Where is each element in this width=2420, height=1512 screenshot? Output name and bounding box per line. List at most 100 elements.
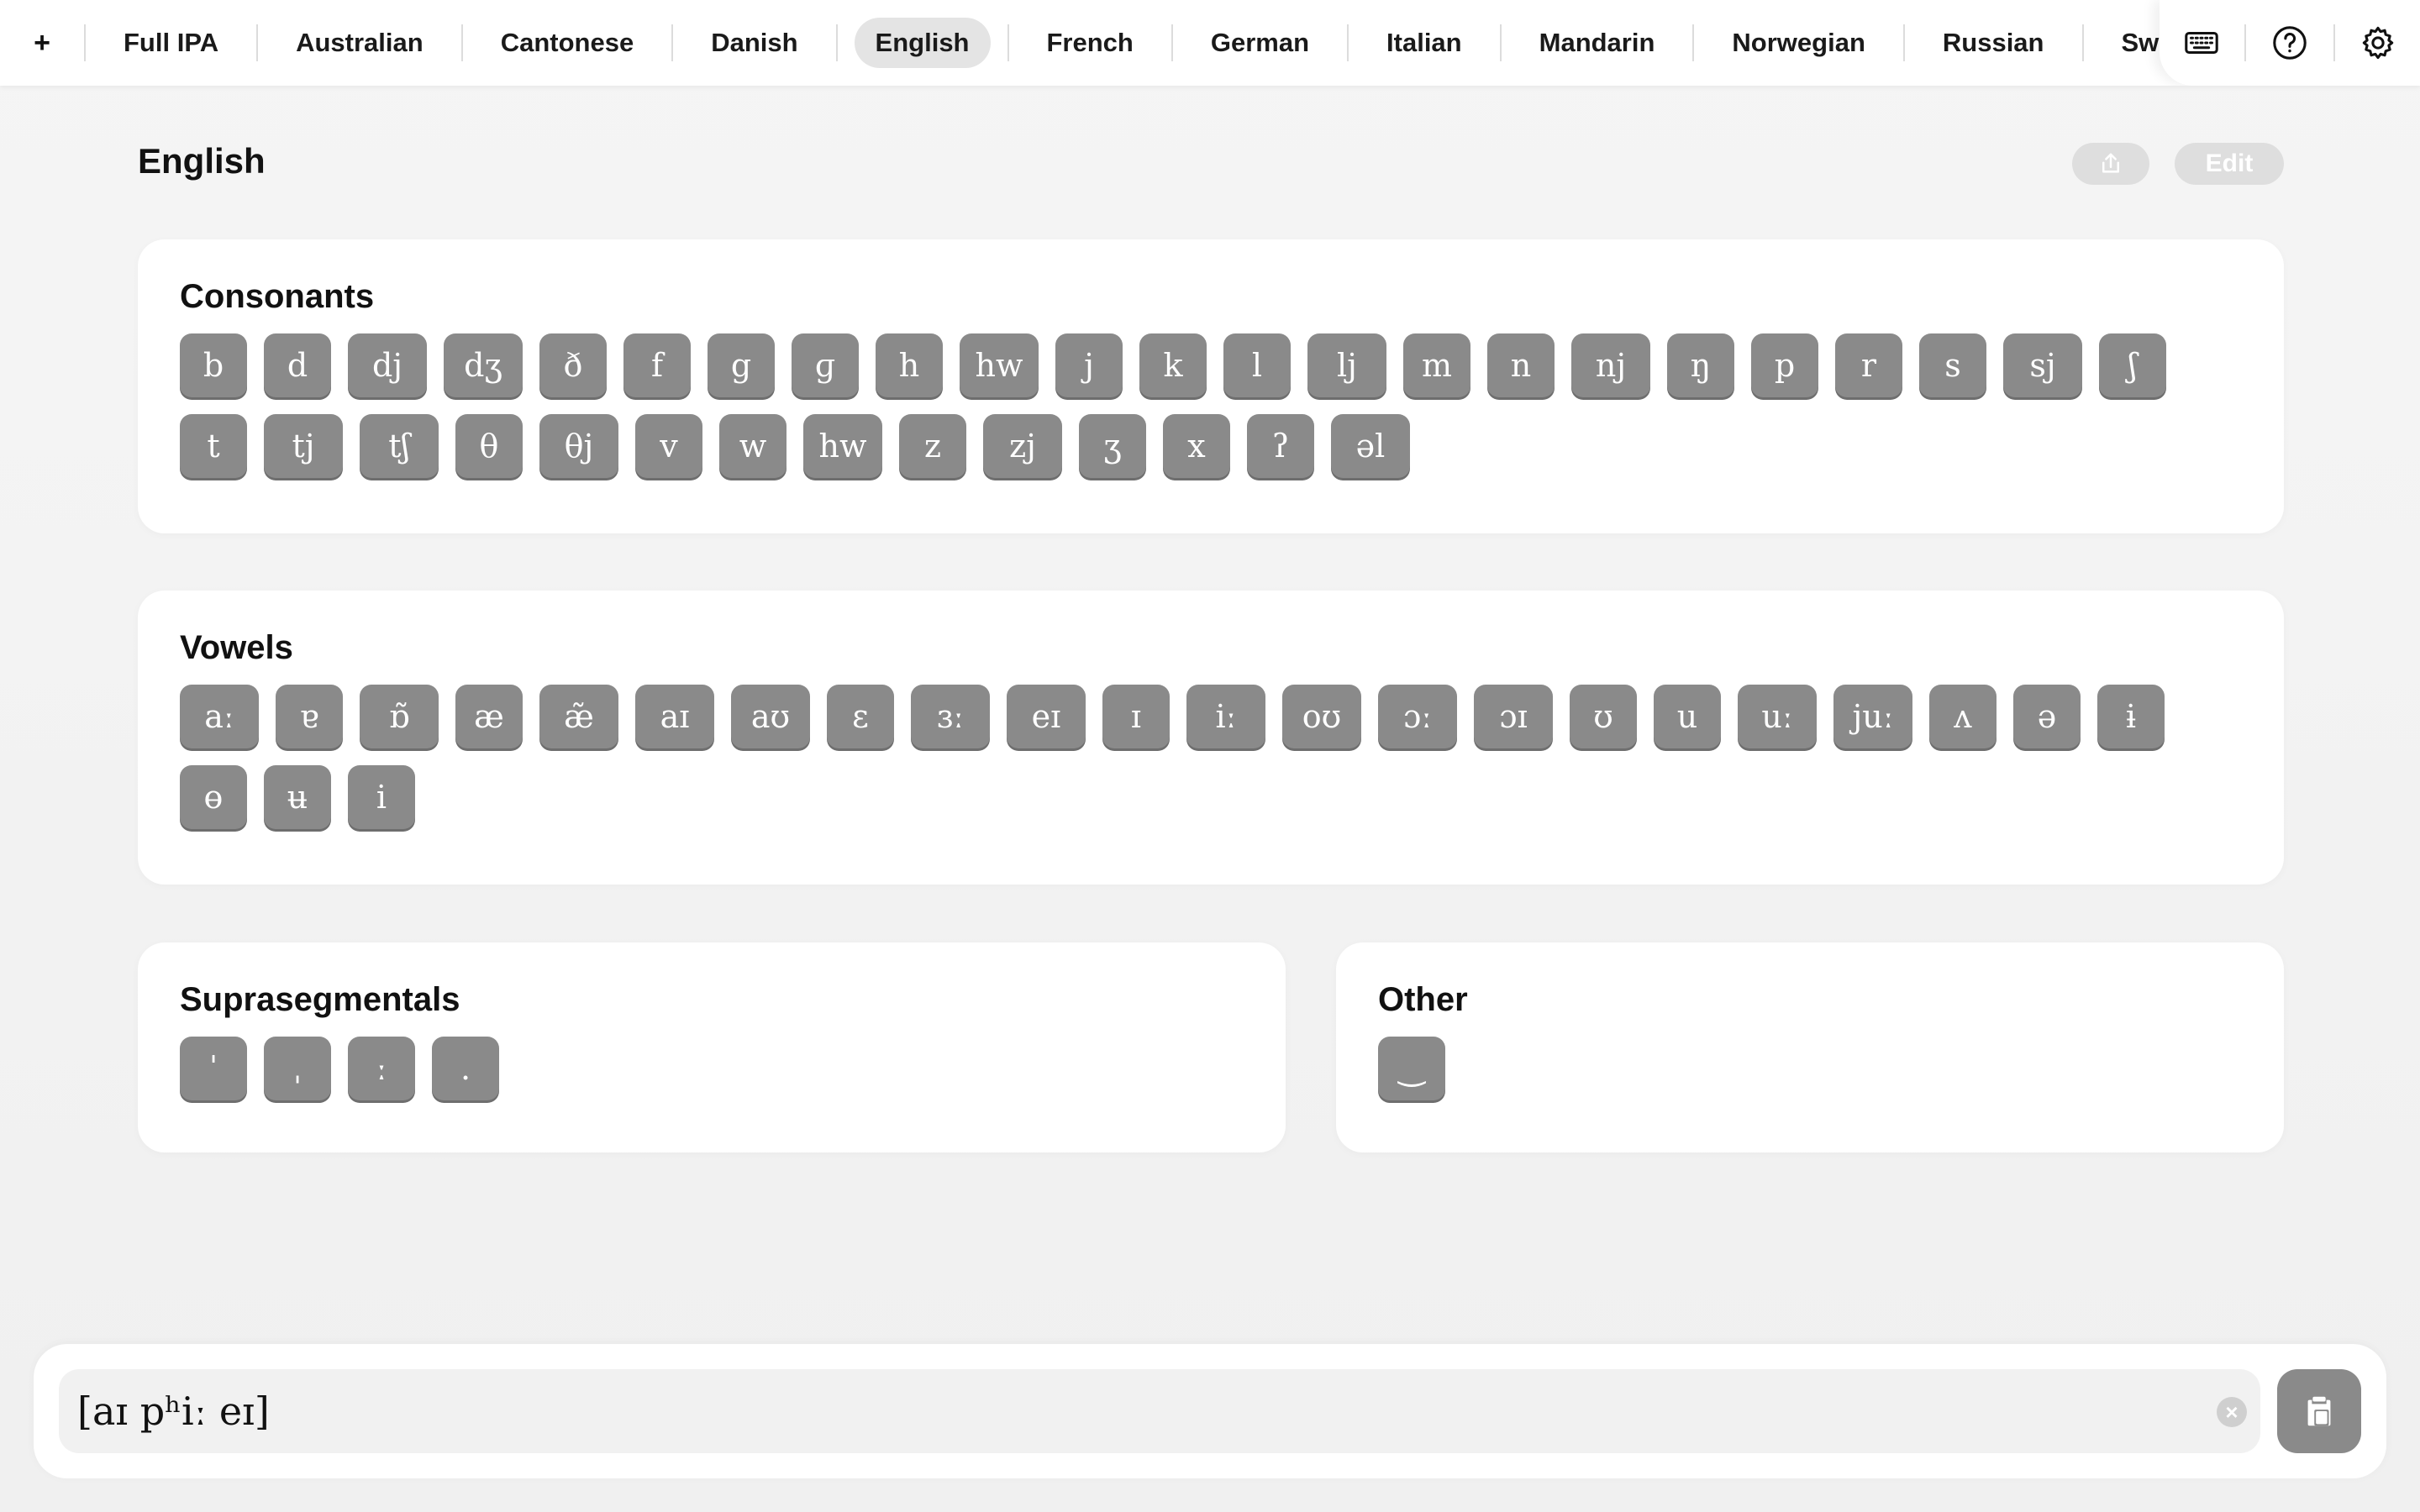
- consonants-key[interactable]: ɡ: [792, 333, 859, 397]
- vowels-key[interactable]: u: [1654, 685, 1721, 748]
- consonants-key[interactable]: əl: [1331, 414, 1410, 478]
- tab-divider: [1499, 24, 1502, 61]
- consonants-key[interactable]: h: [876, 333, 943, 397]
- consonants-key[interactable]: t: [180, 414, 247, 478]
- consonants-key[interactable]: l: [1223, 333, 1291, 397]
- suprasegmentals-card: Suprasegmentals ˈˌː.: [138, 942, 1286, 1152]
- edit-button[interactable]: Edit: [2175, 143, 2284, 185]
- tab-australian[interactable]: Australian: [275, 18, 445, 68]
- consonants-key[interactable]: hw: [803, 414, 882, 478]
- suprasegmentals-key[interactable]: ː: [348, 1037, 415, 1100]
- vowels-key[interactable]: uː: [1738, 685, 1817, 748]
- vowels-key[interactable]: aɪ: [635, 685, 714, 748]
- tab-divider: [1692, 24, 1695, 61]
- vowels-key[interactable]: ʊ: [1570, 685, 1637, 748]
- consonants-key[interactable]: tʃ: [360, 414, 439, 478]
- tab-italian[interactable]: Italian: [1365, 18, 1483, 68]
- tab-cantonese[interactable]: Cantonese: [480, 18, 655, 68]
- consonants-key[interactable]: nj: [1571, 333, 1650, 397]
- suprasegmentals-key[interactable]: ˈ: [180, 1037, 247, 1100]
- vowels-key[interactable]: ɛ: [827, 685, 894, 748]
- vowels-key[interactable]: ɒ̃: [360, 685, 439, 748]
- tab-divider: [671, 24, 674, 61]
- vowels-key[interactable]: eɪ: [1007, 685, 1086, 748]
- vowel-keys: aː ɐ ɒ̃ æ æ̃ aɪ aʊ ɛ ɜː eɪ ɪ iː oʊ ɔː ɔɪ ʊ u uː juː ʌ ə ɨ ɵ ʉ i: [180, 685, 2242, 829]
- tab-russian[interactable]: Russian: [1922, 18, 2065, 68]
- consonants-key[interactable]: b: [180, 333, 247, 397]
- consonants-key[interactable]: ʒ: [1079, 414, 1146, 478]
- consonants-key[interactable]: ʃ: [2099, 333, 2166, 397]
- vowels-key[interactable]: æ: [455, 685, 523, 748]
- vowels-key[interactable]: æ̃: [539, 685, 618, 748]
- vowels-key[interactable]: i: [348, 765, 415, 829]
- consonants-key[interactable]: dʒ: [444, 333, 523, 397]
- settings-icon[interactable]: [2354, 19, 2402, 66]
- vowels-key[interactable]: ʉ: [264, 765, 331, 829]
- vowels-key[interactable]: ɪ: [1102, 685, 1170, 748]
- consonants-key[interactable]: θj: [539, 414, 618, 478]
- consonants-key[interactable]: n: [1487, 333, 1555, 397]
- vowels-key[interactable]: ɨ: [2097, 685, 2165, 748]
- vowels-key[interactable]: juː: [1833, 685, 1912, 748]
- consonants-key[interactable]: zj: [983, 414, 1062, 478]
- copy-button[interactable]: [2277, 1369, 2361, 1453]
- add-tab-button[interactable]: +: [0, 0, 84, 86]
- consonants-key[interactable]: d: [264, 333, 331, 397]
- consonants-key[interactable]: g: [708, 333, 775, 397]
- vowels-key[interactable]: oʊ: [1282, 685, 1361, 748]
- consonants-key[interactable]: f: [623, 333, 691, 397]
- vowels-key[interactable]: ɔː: [1378, 685, 1457, 748]
- consonants-key[interactable]: lj: [1307, 333, 1386, 397]
- keyboard-icon[interactable]: [2178, 19, 2225, 66]
- tab-divider: [84, 24, 86, 61]
- consonants-key[interactable]: θ: [455, 414, 523, 478]
- tab-full-ipa[interactable]: Full IPA: [103, 18, 239, 68]
- suprasegmentals-key[interactable]: ˌ: [264, 1037, 331, 1100]
- vowels-key[interactable]: aʊ: [731, 685, 810, 748]
- vowels-key[interactable]: ə: [2013, 685, 2081, 748]
- vowels-key[interactable]: ɐ: [276, 685, 343, 748]
- top-actions: [2160, 0, 2420, 86]
- tab-norwegian[interactable]: Norwegian: [1711, 18, 1886, 68]
- consonants-key[interactable]: ʔ: [1247, 414, 1314, 478]
- consonants-card: Consonants b d dj dʒ ð f g ɡ h hw j k l lj m n nj ŋ p r s sj ʃ…: [138, 239, 2284, 533]
- vowels-key[interactable]: ɜː: [911, 685, 990, 748]
- tab-mandarin[interactable]: Mandarin: [1518, 18, 1676, 68]
- ipa-transcription-input[interactable]: [59, 1369, 2260, 1453]
- other-key[interactable]: ‿: [1378, 1037, 1445, 1100]
- consonants-key[interactable]: hw: [960, 333, 1039, 397]
- other-keys: ‿: [1378, 1037, 2242, 1100]
- consonants-key[interactable]: j: [1055, 333, 1123, 397]
- consonants-key[interactable]: k: [1139, 333, 1207, 397]
- tab-french[interactable]: French: [1026, 18, 1155, 68]
- consonants-key[interactable]: v: [635, 414, 702, 478]
- tab-divider: [2081, 24, 2084, 61]
- consonants-key[interactable]: ŋ: [1667, 333, 1734, 397]
- vowels-key[interactable]: ɵ: [180, 765, 247, 829]
- suprasegmentals-key[interactable]: .: [432, 1037, 499, 1100]
- consonants-key[interactable]: s: [1919, 333, 1986, 397]
- tab-danish[interactable]: Danish: [690, 18, 818, 68]
- consonants-title: Consonants: [180, 278, 375, 315]
- consonants-key[interactable]: ð: [539, 333, 607, 397]
- consonants-key[interactable]: z: [899, 414, 966, 478]
- share-button[interactable]: [2072, 143, 2149, 185]
- clear-icon[interactable]: ×: [2217, 1397, 2247, 1427]
- consonants-key[interactable]: dj: [348, 333, 427, 397]
- help-icon[interactable]: [2266, 19, 2313, 66]
- vowels-key[interactable]: aː: [180, 685, 259, 748]
- vowels-key[interactable]: ʌ: [1929, 685, 1996, 748]
- tab-german[interactable]: German: [1190, 18, 1330, 68]
- consonants-key[interactable]: tj: [264, 414, 343, 478]
- tab-english[interactable]: English: [854, 18, 991, 68]
- vowels-key[interactable]: ɔɪ: [1474, 685, 1553, 748]
- action-divider: [2244, 24, 2247, 61]
- consonants-key[interactable]: w: [719, 414, 786, 478]
- consonants-key[interactable]: r: [1835, 333, 1902, 397]
- consonants-key[interactable]: m: [1403, 333, 1470, 397]
- consonants-key[interactable]: p: [1751, 333, 1818, 397]
- consonants-key[interactable]: sj: [2003, 333, 2082, 397]
- vowels-card: Vowels aː ɐ ɒ̃ æ æ̃ aɪ aʊ ɛ ɜː eɪ ɪ iː oʊ ɔː ɔɪ ʊ u uː juː…: [138, 591, 2284, 885]
- consonants-key[interactable]: x: [1163, 414, 1230, 478]
- vowels-key[interactable]: iː: [1186, 685, 1265, 748]
